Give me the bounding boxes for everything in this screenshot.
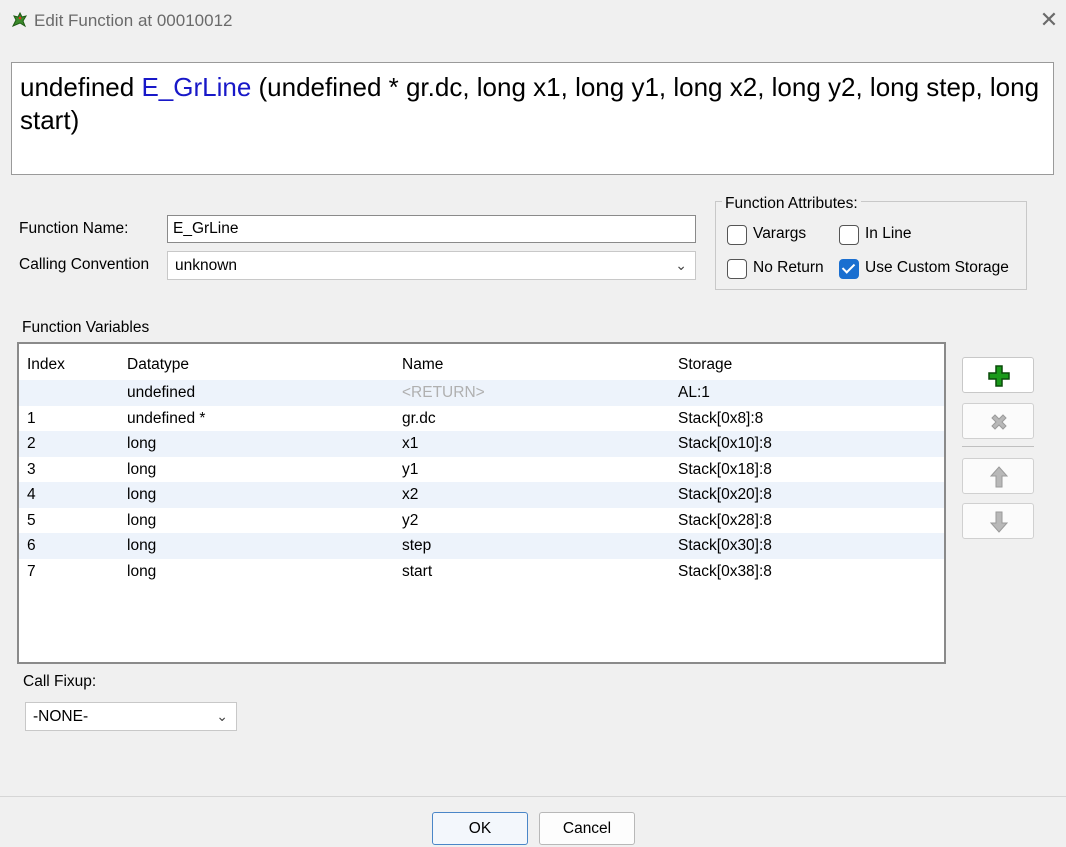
table-row[interactable]: 4 long x2 Stack[0x20]:8 (19, 482, 944, 508)
function-variables-title: Function Variables (22, 319, 150, 336)
row-datatype[interactable]: long (127, 508, 156, 534)
move-down-icon (989, 511, 1009, 533)
variables-table[interactable]: Index Datatype Name Storage undefined <R… (17, 342, 946, 664)
function-signature-editor[interactable]: undefined E_GrLine (undefined * gr.dc, l… (11, 62, 1054, 175)
add-variable-button[interactable] (962, 357, 1034, 393)
chevron-down-icon: ⌄ (675, 257, 687, 273)
function-name-field[interactable]: E_GrLine (167, 215, 696, 243)
table-row[interactable]: 5 long y2 Stack[0x28]:8 (19, 508, 944, 534)
ghidra-dragon-icon (11, 11, 28, 28)
title-bar: Edit Function at 00010012 ✕ (0, 0, 1066, 42)
row-index: 2 (27, 435, 36, 452)
row-index: 4 (27, 486, 36, 503)
row-storage[interactable]: Stack[0x38]:8 (678, 559, 772, 585)
table-row[interactable]: 6 long step Stack[0x30]:8 (19, 533, 944, 559)
column-header-name[interactable]: Name (402, 352, 443, 378)
row-storage[interactable]: Stack[0x18]:8 (678, 457, 772, 483)
no-return-checkbox[interactable] (727, 259, 747, 279)
calling-convention-value: unknown (175, 257, 238, 274)
custom-storage-label: Use Custom Storage (865, 259, 1009, 276)
signature-return-type: undefined (20, 72, 142, 102)
row-storage[interactable]: Stack[0x10]:8 (678, 431, 772, 457)
row-datatype[interactable]: long (127, 457, 156, 483)
table-row[interactable]: 7 long start Stack[0x38]:8 (19, 559, 944, 585)
row-index: 3 (27, 460, 36, 478)
add-icon (988, 365, 1010, 387)
table-row[interactable]: undefined <RETURN> AL:1 (19, 380, 944, 406)
window-title: Edit Function at 00010012 (34, 11, 233, 30)
call-fixup-value: -NONE- (33, 708, 89, 725)
row-datatype[interactable]: long (127, 559, 156, 585)
row-name[interactable]: x2 (402, 482, 418, 508)
varargs-checkbox[interactable] (727, 225, 747, 245)
delete-icon (991, 414, 1007, 430)
table-row[interactable]: 2 long x1 Stack[0x10]:8 (19, 431, 944, 457)
column-header-index[interactable]: Index (27, 352, 65, 378)
call-fixup-select[interactable]: -NONE- ⌄ (25, 702, 237, 731)
calling-convention-select[interactable]: unknown ⌄ (167, 251, 696, 280)
row-name[interactable]: start (402, 559, 432, 585)
delete-variable-button[interactable] (962, 403, 1034, 439)
table-row[interactable]: 1 undefined * gr.dc Stack[0x8]:8 (19, 406, 944, 432)
no-return-label: No Return (753, 259, 824, 276)
ok-button[interactable]: OK (432, 812, 528, 845)
inline-label: In Line (865, 225, 912, 242)
move-up-icon (989, 466, 1009, 488)
row-name[interactable]: y1 (402, 457, 418, 483)
table-header: Index Datatype Name Storage (19, 352, 944, 378)
cancel-button[interactable]: Cancel (539, 812, 635, 845)
function-name-label: Function Name: (19, 220, 129, 237)
row-datatype[interactable]: undefined (127, 380, 195, 406)
row-index: 7 (27, 562, 36, 580)
move-down-button[interactable] (962, 503, 1034, 539)
varargs-label: Varargs (753, 225, 807, 242)
close-icon[interactable]: ✕ (1038, 9, 1060, 31)
row-index: 1 (27, 409, 36, 427)
row-datatype[interactable]: long (127, 431, 156, 457)
table-row[interactable]: 3 long y1 Stack[0x18]:8 (19, 457, 944, 483)
row-storage[interactable]: AL:1 (678, 380, 710, 406)
row-name[interactable]: y2 (402, 508, 418, 534)
chevron-down-icon: ⌄ (216, 708, 228, 724)
row-storage[interactable]: Stack[0x8]:8 (678, 406, 763, 432)
row-datatype[interactable]: long (127, 482, 156, 508)
button-separator (962, 446, 1034, 447)
row-storage[interactable]: Stack[0x20]:8 (678, 482, 772, 508)
row-name[interactable]: gr.dc (402, 406, 436, 432)
signature-function-name: E_GrLine (141, 72, 252, 102)
divider (0, 796, 1066, 797)
call-fixup-label: Call Fixup: (23, 673, 97, 690)
custom-storage-checkbox[interactable] (839, 259, 859, 279)
function-attributes-title: Function Attributes: (722, 195, 861, 213)
row-datatype[interactable]: undefined * (127, 406, 205, 432)
row-index: 5 (27, 511, 36, 529)
move-up-button[interactable] (962, 458, 1034, 494)
row-name[interactable]: step (402, 533, 431, 559)
calling-convention-label: Calling Convention (19, 256, 150, 273)
row-storage[interactable]: Stack[0x30]:8 (678, 533, 772, 559)
row-storage[interactable]: Stack[0x28]:8 (678, 508, 772, 534)
row-name[interactable]: <RETURN> (402, 380, 485, 406)
row-name[interactable]: x1 (402, 431, 418, 457)
row-datatype[interactable]: long (127, 533, 156, 559)
inline-checkbox[interactable] (839, 225, 859, 245)
column-header-storage[interactable]: Storage (678, 352, 732, 378)
column-header-datatype[interactable]: Datatype (127, 352, 189, 378)
row-index: 6 (27, 537, 36, 554)
